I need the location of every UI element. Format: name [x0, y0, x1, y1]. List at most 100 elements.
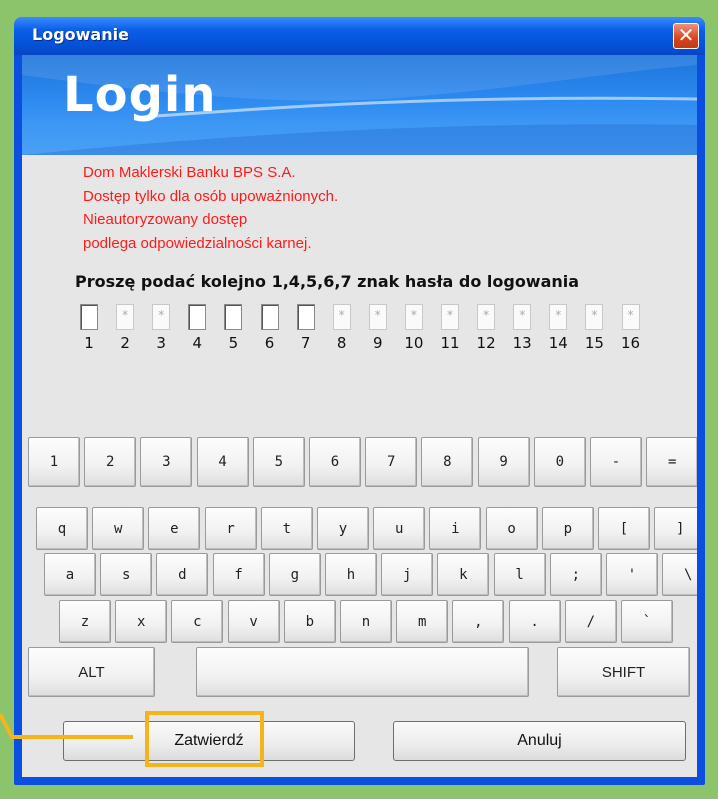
keyboard-key[interactable]: m [396, 600, 449, 643]
keyboard-key[interactable]: q [36, 507, 88, 550]
keyboard-key[interactable]: 1 [28, 437, 80, 487]
password-char-box[interactable] [224, 304, 243, 330]
password-char-position: 14 [548, 334, 568, 352]
keyboard-key[interactable]: o [485, 507, 538, 550]
keyboard-key[interactable]: y [317, 507, 369, 550]
password-char-box: * [477, 304, 496, 330]
dialog-body: Login Dom Maklerski Banku BPS S.A. Dostęp… [22, 55, 697, 777]
password-char-box: * [404, 304, 423, 330]
notice-line: Dostęp tylko dla osób upoważnionych. [83, 187, 339, 205]
cancel-button[interactable]: Anuluj [393, 721, 686, 761]
keyboard-key[interactable]: d [156, 553, 209, 596]
keyboard-key[interactable]: z [59, 600, 111, 643]
password-char-position: 2 [120, 334, 130, 352]
password-char-box: * [621, 304, 640, 330]
title-bar: Logowanie ✕ [14, 17, 705, 55]
keyboard-key[interactable]: 9 [477, 437, 530, 487]
keyboard-key[interactable]: p [541, 507, 594, 550]
cancel-button-label: Anuluj [517, 732, 562, 749]
keyboard-key[interactable]: c [171, 600, 224, 643]
keyboard-key[interactable]: ] [654, 507, 697, 550]
confirm-button-label: Zatwierdź [174, 732, 244, 749]
password-char-position: 1 [84, 334, 94, 352]
password-char-box: * [152, 304, 171, 330]
keyboard-key[interactable]: r [204, 507, 257, 550]
keyboard-key[interactable]: 4 [196, 437, 249, 487]
keyboard-key[interactable]: ; [549, 553, 602, 596]
keyboard-key[interactable]: t [260, 507, 313, 550]
window-title: Logowanie [32, 25, 129, 44]
password-char-position: 5 [228, 334, 239, 352]
space-key[interactable] [196, 647, 529, 697]
keyboard-key[interactable]: u [373, 507, 426, 550]
password-prompt: Proszę podać kolejno 1,4,5,6,7 znak hasł… [75, 272, 580, 291]
keyboard-key[interactable]: l [493, 553, 546, 596]
keyboard-key[interactable]: 0 [533, 437, 586, 487]
keyboard-key[interactable]: i [429, 507, 482, 550]
keyboard-key[interactable]: ` [621, 600, 673, 643]
keyboard-key[interactable]: g [268, 553, 321, 596]
keyboard-key[interactable]: b [283, 600, 336, 643]
keyboard-key[interactable]: ' [606, 553, 658, 596]
legal-notice: Dom Maklerski Banku BPS S.A. Dostęp tylko… [83, 161, 338, 255]
alt-key-label: ALT [78, 663, 105, 681]
keyboard-key[interactable]: h [325, 553, 377, 596]
shift-key[interactable]: SHIFT [557, 647, 690, 697]
password-char-position: 15 [584, 334, 604, 352]
keyboard-key[interactable]: k [437, 553, 490, 596]
password-char-position: 6 [264, 334, 275, 352]
keyboard-key[interactable]: f [212, 553, 265, 596]
password-char-box[interactable] [296, 304, 315, 330]
shift-key-label: SHIFT [601, 663, 646, 681]
password-char-position: 13 [512, 334, 532, 352]
close-button[interactable]: ✕ [673, 23, 699, 49]
keyboard-key[interactable]: 3 [140, 437, 193, 487]
password-char-box: * [116, 304, 135, 330]
keyboard-key[interactable]: e [148, 507, 201, 550]
keyboard-key[interactable]: . [508, 600, 561, 643]
password-char-box: * [585, 304, 604, 330]
keyboard-key[interactable]: 5 [252, 437, 305, 487]
password-char-box: * [332, 304, 351, 330]
keyboard-key[interactable]: = [646, 437, 697, 487]
keyboard-key[interactable]: a [44, 553, 96, 596]
keyboard-key[interactable]: 6 [309, 437, 361, 487]
password-char-box[interactable] [80, 304, 98, 330]
keyboard-key[interactable]: 8 [421, 437, 474, 487]
password-char-position: 16 [620, 334, 641, 352]
password-char-position: 11 [440, 334, 460, 352]
password-char-position: 9 [373, 334, 383, 352]
password-char-box: * [513, 304, 532, 330]
banner-heading: Login [63, 67, 217, 123]
keyboard-key[interactable]: 7 [365, 437, 418, 487]
confirm-button[interactable]: Zatwierdź [63, 721, 355, 761]
password-char-position: 4 [192, 334, 203, 352]
password-char-position: 10 [404, 334, 424, 352]
login-window: Logowanie ✕ Login Dom Maklerski Banku BP… [14, 17, 705, 785]
keyboard-key[interactable]: 2 [84, 437, 137, 487]
keyboard-key[interactable]: [ [598, 507, 650, 550]
keyboard-key[interactable]: - [590, 437, 642, 487]
keyboard-key[interactable]: \ [662, 553, 697, 596]
keyboard-key[interactable]: s [100, 553, 153, 596]
password-char-box: * [368, 304, 387, 330]
notice-line: podlega odpowiedzialności karnej. [83, 234, 312, 252]
password-char-box[interactable] [188, 304, 207, 330]
close-icon: ✕ [677, 23, 695, 47]
keyboard-key[interactable]: / [564, 600, 617, 643]
password-char-position: 12 [476, 334, 496, 352]
password-char-boxes: 1 * 2 * 3 4 5 6 7 * 8 * 9 * 10 * 11 * 12 * 13 * 14 * 15 * 16 [80, 304, 680, 364]
password-char-box: * [441, 304, 459, 330]
password-char-position: 7 [300, 334, 311, 352]
password-char-position: 8 [336, 334, 347, 352]
keyboard-key[interactable]: n [340, 600, 392, 643]
notice-line: Nieautoryzowany dostęp [83, 211, 248, 228]
keyboard-key[interactable]: , [452, 600, 505, 643]
password-char-box[interactable] [260, 304, 279, 330]
keyboard-key[interactable]: v [227, 600, 280, 643]
password-char-position: 3 [156, 334, 166, 352]
keyboard-key[interactable]: w [92, 507, 145, 550]
keyboard-key[interactable]: x [115, 600, 168, 643]
keyboard-key[interactable]: j [381, 553, 434, 596]
alt-key[interactable]: ALT [28, 647, 155, 697]
